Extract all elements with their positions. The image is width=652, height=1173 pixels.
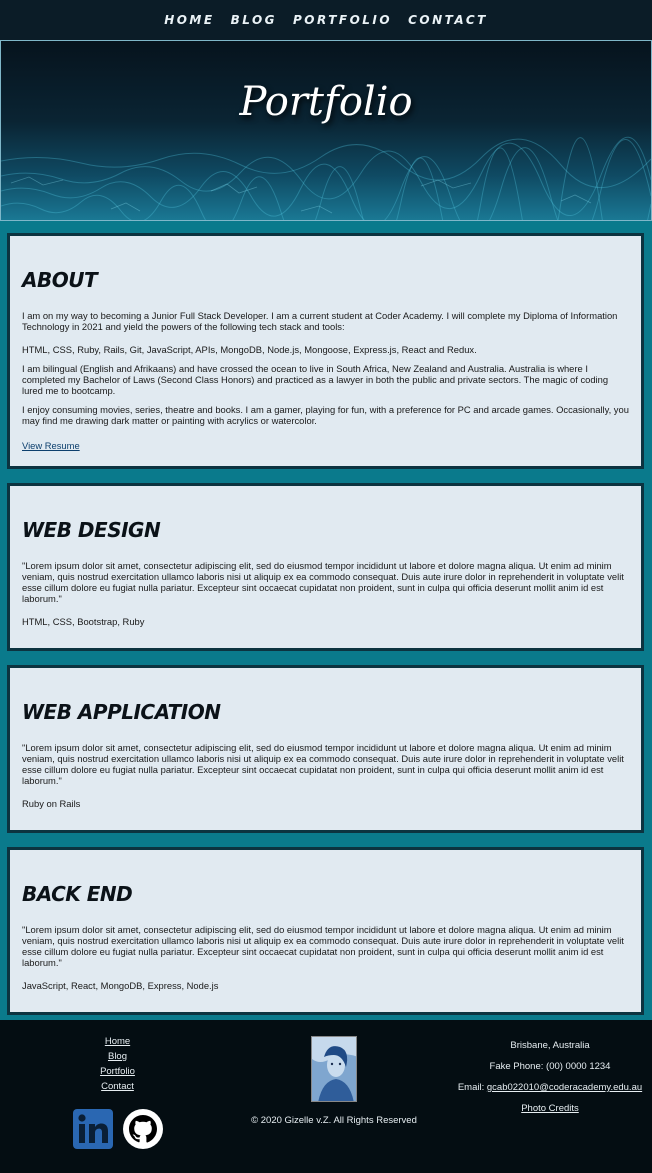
web-application-tech: Ruby on Rails bbox=[22, 798, 81, 809]
about-paragraph-1: I am on my way to becoming a Junior Full… bbox=[22, 310, 618, 332]
footer-links: Home Blog Portfolio Contact bbox=[80, 1034, 155, 1094]
page-title: Portfolio bbox=[239, 79, 413, 125]
web-application-card: WEB APPLICATION "Lorem ipsum dolor sit a… bbox=[7, 665, 644, 833]
back-end-tech: JavaScript, React, MongoDB, Express, Nod… bbox=[22, 980, 219, 991]
email-label: Email: bbox=[457, 1082, 487, 1093]
web-application-heading: WEB APPLICATION bbox=[22, 700, 221, 724]
web-application-description: "Lorem ipsum dolor sit amet, consectetur… bbox=[22, 742, 624, 786]
nav-portfolio-link[interactable]: PORTFOLIO bbox=[293, 13, 392, 27]
back-end-description: "Lorem ipsum dolor sit amet, consectetur… bbox=[22, 924, 624, 968]
about-paragraph-3: I enjoy consuming movies, series, theatr… bbox=[22, 404, 629, 426]
nav-home-link[interactable]: HOME bbox=[164, 13, 214, 27]
contact-info: Brisbane, Australia Fake Phone: (00) 000… bbox=[450, 1040, 650, 1124]
phone-text: Fake Phone: (00) 0000 1234 bbox=[489, 1061, 611, 1072]
about-card: ABOUT I am on my way to becoming a Junio… bbox=[7, 233, 644, 469]
email-link[interactable]: gcab022010@coderacademy.edu.au bbox=[487, 1082, 642, 1093]
about-tech-stack: HTML, CSS, Ruby, Rails, Git, JavaScript,… bbox=[22, 344, 477, 355]
github-icon[interactable] bbox=[122, 1108, 164, 1154]
web-design-tech: HTML, CSS, Bootstrap, Ruby bbox=[22, 616, 145, 627]
about-paragraph-2: I am bilingual (English and Afrikaans) a… bbox=[22, 363, 609, 396]
top-nav: HOME BLOG PORTFOLIO CONTACT bbox=[0, 0, 652, 40]
footer-home-link[interactable]: Home bbox=[80, 1034, 155, 1049]
footer-portfolio-link[interactable]: Portfolio bbox=[80, 1064, 155, 1079]
email-line: Email: gcab022010@coderacademy.edu.au bbox=[450, 1082, 650, 1103]
linkedin-icon[interactable] bbox=[72, 1108, 114, 1154]
location-text: Brisbane, Australia bbox=[510, 1040, 590, 1051]
hero-banner: Portfolio bbox=[0, 40, 652, 221]
social-links bbox=[72, 1108, 164, 1154]
back-end-heading: BACK END bbox=[22, 882, 133, 906]
back-end-card: BACK END "Lorem ipsum dolor sit amet, co… bbox=[7, 847, 644, 1015]
about-heading: ABOUT bbox=[22, 268, 98, 292]
avatar bbox=[311, 1036, 357, 1102]
site-footer: Home Blog Portfolio Contact © 2020 Gizel… bbox=[0, 1020, 652, 1173]
photo-credits-link[interactable]: Photo Credits bbox=[521, 1103, 579, 1114]
ocean-water-image bbox=[1, 41, 651, 220]
footer-blog-link[interactable]: Blog bbox=[80, 1049, 155, 1064]
web-design-heading: WEB DESIGN bbox=[22, 518, 161, 542]
web-design-description: "Lorem ipsum dolor sit amet, consectetur… bbox=[22, 560, 624, 604]
nav-blog-link[interactable]: BLOG bbox=[231, 13, 277, 27]
view-resume-link[interactable]: View Resume bbox=[22, 440, 80, 451]
copyright-text: © 2020 Gizelle v.Z. All Rights Reserved bbox=[251, 1115, 417, 1126]
web-design-card: WEB DESIGN "Lorem ipsum dolor sit amet, … bbox=[7, 483, 644, 651]
footer-contact-link[interactable]: Contact bbox=[80, 1079, 155, 1094]
nav-contact-link[interactable]: CONTACT bbox=[408, 13, 488, 27]
